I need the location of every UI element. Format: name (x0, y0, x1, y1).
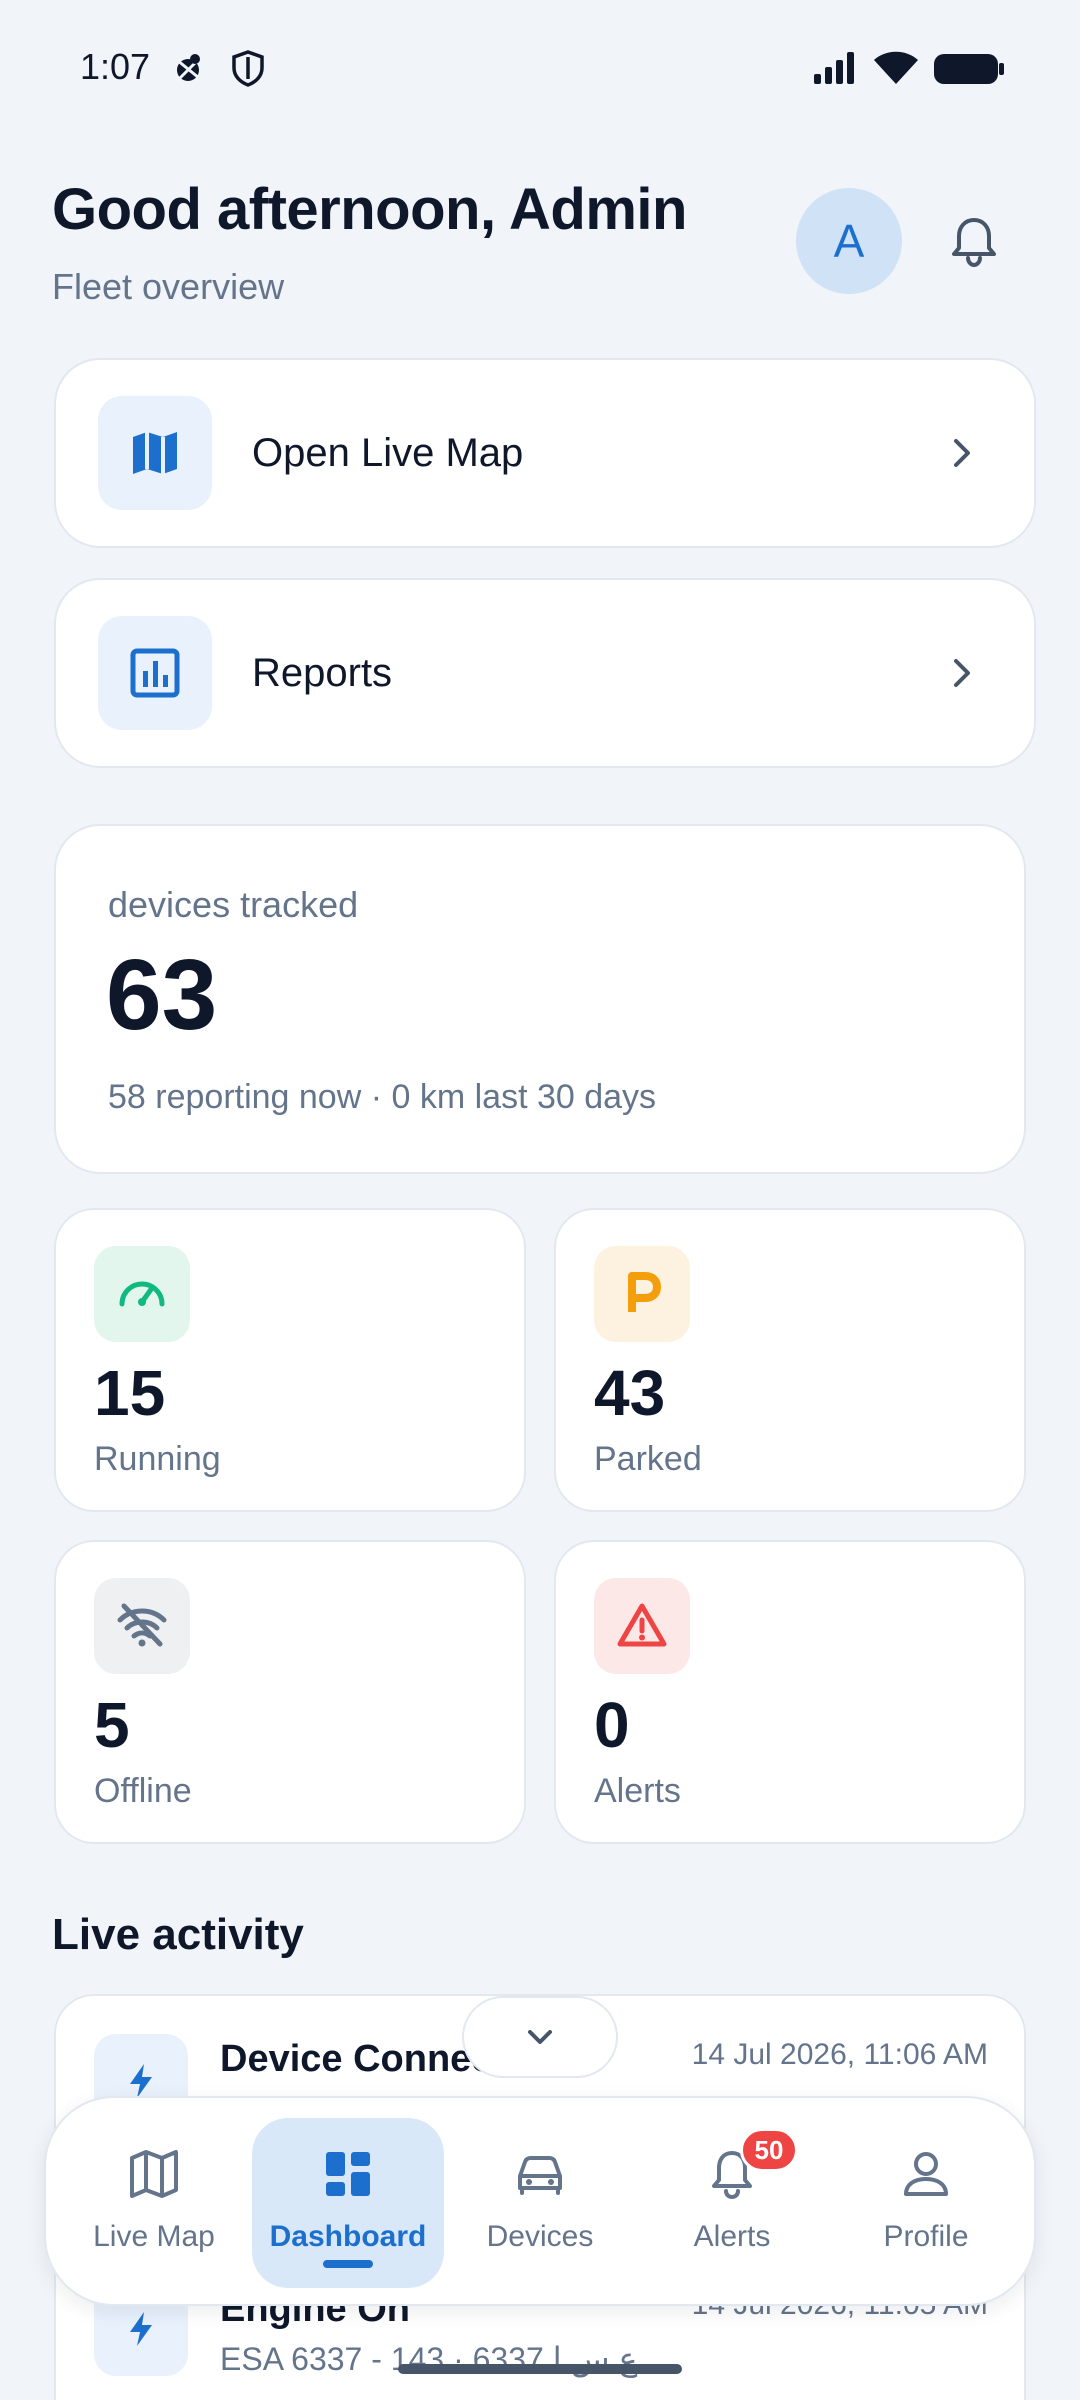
alerts-label: Alerts (594, 1772, 681, 1810)
running-label: Running (94, 1440, 221, 1478)
page-title: Good afternoon, Admin (52, 177, 687, 242)
nav-live-map[interactable]: Live Map (58, 2118, 250, 2288)
parking-icon (594, 1246, 690, 1342)
map-icon (98, 396, 212, 510)
reports-label: Reports (252, 650, 393, 695)
parked-stat-card[interactable]: 43 Parked (554, 1208, 1026, 1512)
avatar[interactable]: A (796, 188, 902, 294)
activity-title: Device Connec (220, 2038, 493, 2080)
parked-label: Parked (594, 1440, 702, 1478)
signal-icon (812, 48, 860, 88)
running-stat-card[interactable]: 15 Running (54, 1208, 526, 1512)
status-time: 1:07 (80, 46, 151, 87)
chevron-right-icon (942, 653, 982, 693)
alerts-count: 0 (594, 1689, 630, 1761)
open-live-map-label: Open Live Map (252, 430, 524, 475)
devices-tracked-label: devices tracked (108, 884, 359, 925)
parked-count: 43 (594, 1357, 666, 1429)
speedometer-icon (94, 1246, 190, 1342)
nav-label: Dashboard (269, 2220, 427, 2253)
battery-icon (932, 48, 1006, 88)
devices-summary-card: devices tracked 63 58 reporting now · 0 … (54, 824, 1026, 1174)
reports-card[interactable]: Reports (54, 578, 1036, 768)
offline-count: 5 (94, 1689, 130, 1761)
collapse-toggle-button[interactable] (462, 1996, 618, 2078)
live-activity-title: Live activity (52, 1910, 304, 1959)
devices-tracked-count: 63 (106, 939, 218, 1051)
bar-chart-icon (98, 616, 212, 730)
running-count: 15 (94, 1357, 166, 1429)
nav-label: Alerts (693, 2220, 771, 2253)
app-notification-icon (168, 48, 208, 88)
open-live-map-card[interactable]: Open Live Map (54, 358, 1036, 548)
wifi-off-icon (94, 1578, 190, 1674)
page-subtitle: Fleet overview (52, 266, 285, 307)
nav-label: Devices (486, 2220, 594, 2253)
chevron-right-icon (942, 433, 982, 473)
offline-label: Offline (94, 1772, 192, 1810)
shield-icon (228, 48, 268, 88)
notifications-bell-icon[interactable] (944, 212, 1004, 272)
offline-stat-card[interactable]: 5 Offline (54, 1540, 526, 1844)
car-icon (518, 2156, 562, 2195)
bottom-navigation: Live Map Dashboard Devices Alerts 50 Pro… (44, 2096, 1036, 2306)
active-indicator (323, 2260, 373, 2268)
activity-time: 14 Jul 2026, 11:06 AM (691, 2038, 988, 2071)
wifi-icon (872, 48, 920, 88)
person-icon (904, 2152, 948, 2196)
alerts-badge: 50 (740, 2128, 798, 2172)
nav-devices[interactable]: Devices (444, 2118, 636, 2288)
alerts-stat-card[interactable]: 0 Alerts (554, 1540, 1026, 1844)
nav-label: Live Map (93, 2220, 215, 2253)
map-icon (130, 2150, 178, 2198)
nav-label: Profile (883, 2220, 969, 2253)
nav-profile[interactable]: Profile (830, 2118, 1022, 2288)
nav-alerts[interactable]: Alerts 50 (636, 2118, 828, 2288)
chevron-down-icon (528, 2030, 552, 2044)
warning-icon (594, 1578, 690, 1674)
home-indicator[interactable] (398, 2364, 682, 2374)
devices-summary-footer: 58 reporting now · 0 km last 30 days (108, 1078, 657, 1116)
dashboard-icon (326, 2152, 370, 2196)
nav-dashboard[interactable]: Dashboard (252, 2118, 444, 2288)
